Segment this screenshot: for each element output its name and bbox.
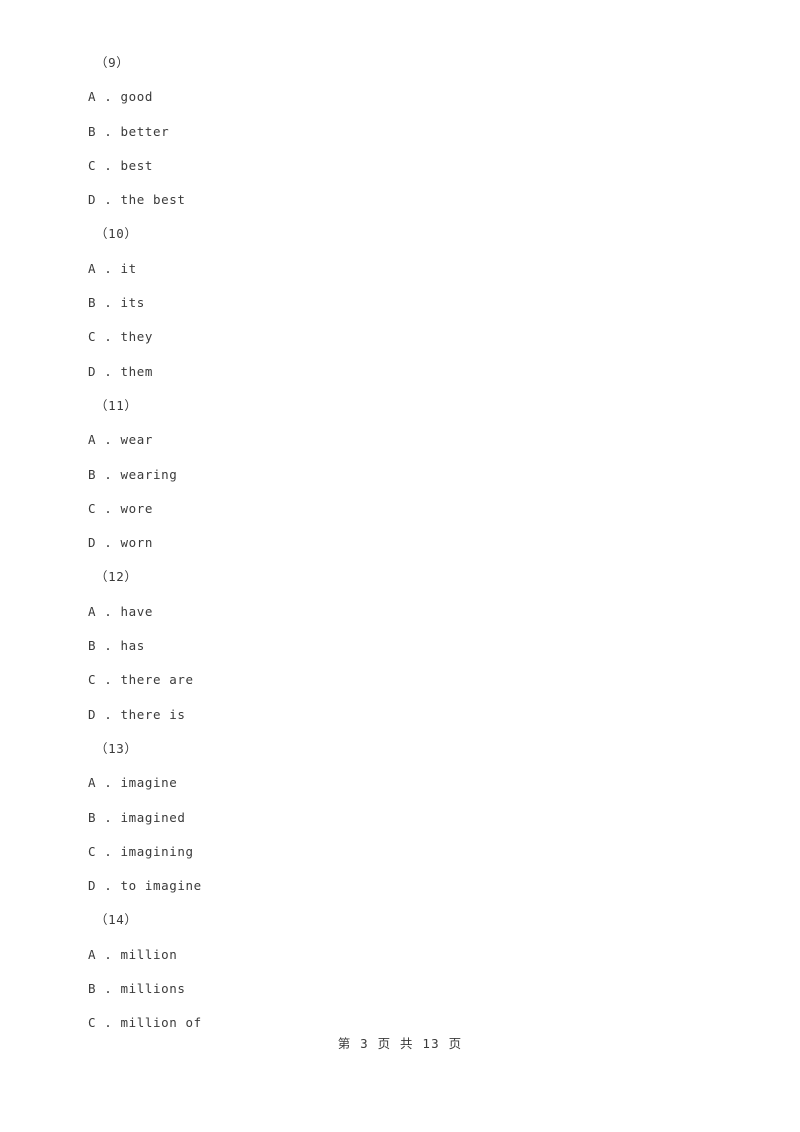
answer-option[interactable]: B . has bbox=[88, 629, 728, 663]
page-footer: 第 3 页 共 13 页 bbox=[337, 1036, 463, 1051]
answer-option[interactable]: B . its bbox=[88, 286, 728, 320]
answer-option[interactable]: D . there is bbox=[88, 698, 728, 732]
answer-option[interactable]: A . it bbox=[88, 252, 728, 286]
answer-option[interactable]: D . them bbox=[88, 355, 728, 389]
answer-option[interactable]: B . better bbox=[88, 115, 728, 149]
answer-option[interactable]: A . have bbox=[88, 595, 728, 629]
question-group: （9） A . good B . better C . best D . the bes… bbox=[88, 46, 728, 217]
answer-option[interactable]: C . imagining bbox=[88, 835, 728, 869]
question-group: （12） A . have B . has C . there are D . ther… bbox=[88, 560, 728, 731]
answer-option[interactable]: D . the best bbox=[88, 183, 728, 217]
answer-option[interactable]: A . million bbox=[88, 938, 728, 972]
question-number: （13） bbox=[95, 740, 138, 756]
document-page: （9） A . good B . better C . best D . the bes… bbox=[0, 0, 800, 1132]
answer-option[interactable]: B . millions bbox=[88, 972, 728, 1006]
question-group: （10） A . it B . its C . they D . them bbox=[88, 217, 728, 388]
answer-option[interactable]: A . imagine bbox=[88, 766, 728, 800]
answer-option[interactable]: D . to imagine bbox=[88, 869, 728, 903]
question-number: （10） bbox=[95, 226, 138, 242]
question-number: （9） bbox=[95, 55, 130, 70]
answer-option[interactable]: B . imagined bbox=[88, 801, 728, 835]
question-number: （11） bbox=[95, 397, 138, 413]
question-list: （9） A . good B . better C . best D . the bes… bbox=[88, 46, 728, 1041]
question-group: （14） A . million B . millions C . million o… bbox=[88, 903, 728, 1040]
question-number: （12） bbox=[95, 569, 138, 585]
answer-option[interactable]: C . there are bbox=[88, 663, 728, 697]
question-number: （14） bbox=[95, 912, 138, 928]
answer-option[interactable]: C . they bbox=[88, 320, 728, 354]
answer-option[interactable]: C . wore bbox=[88, 492, 728, 526]
answer-option[interactable]: D . worn bbox=[88, 526, 728, 560]
question-group: （13） A . imagine B . imagined C . imagining… bbox=[88, 732, 728, 903]
answer-option[interactable]: A . good bbox=[88, 80, 728, 114]
answer-option[interactable]: B . wearing bbox=[88, 458, 728, 492]
answer-option[interactable]: C . best bbox=[88, 149, 728, 183]
answer-option[interactable]: A . wear bbox=[88, 423, 728, 457]
question-group: （11） A . wear B . wearing C . wore D . worn bbox=[88, 389, 728, 560]
